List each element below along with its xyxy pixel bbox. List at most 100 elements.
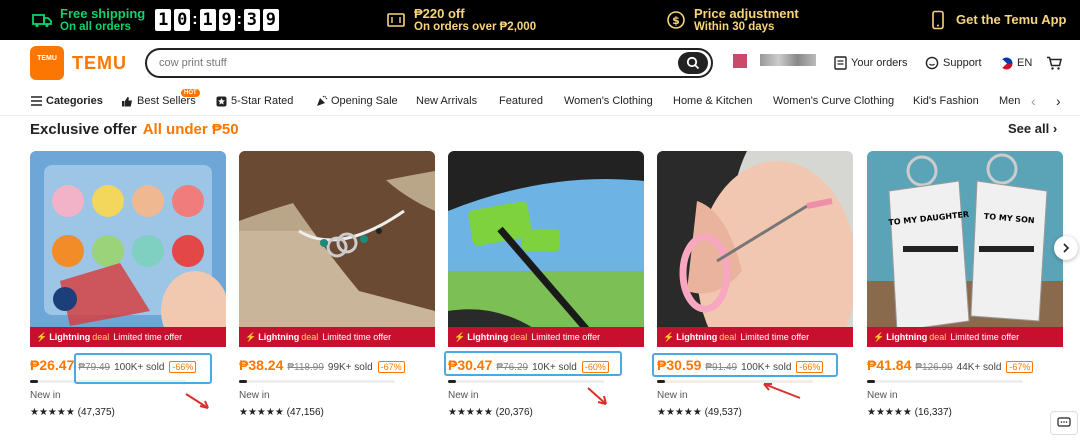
your-orders-link[interactable]: Your orders [834,40,907,86]
progress-fill [448,380,456,383]
timer-digit: 1 [155,9,172,31]
carousel-next-button[interactable] [1054,236,1078,260]
rating[interactable]: ★★★★★ (20,376) [448,407,533,418]
lightning-label: Lightning [258,332,300,342]
progress-fill [30,380,38,383]
product-image[interactable] [30,151,226,347]
countdown-timer: 1 0 : 1 9 : 3 9 [155,9,279,31]
deal-label: deal [719,332,737,342]
price-row: ₱38.24 ₱118.99 99K+ sold -67% [239,357,405,373]
product-image[interactable] [448,151,644,347]
rating-stars: ★★★★★ [867,407,912,418]
progress-bar [448,380,604,383]
discount-promo[interactable]: ₱220 off On orders over ₱2,000 [386,0,536,40]
annotation-arrow [185,393,209,409]
lightning-label: Lightning [467,332,509,342]
lightning-icon: ⚡ [663,331,675,342]
discount-badge: -67% [377,361,405,373]
support-link[interactable]: Support [925,40,982,86]
see-all-link[interactable]: See all › [1008,121,1057,136]
temu-logo[interactable]: TEMU [30,46,64,80]
orders-icon [834,56,847,70]
chat-button[interactable] [1050,411,1078,435]
thumbs-up-icon [122,96,132,106]
nav-womens-curve[interactable]: Women's Curve Clothing [773,95,894,107]
nav-womens-clothing[interactable]: Women's Clothing [564,95,653,107]
product-card[interactable]: ⚡ Lightning deal Limited time offer ₱30.47 ₱7… [448,151,644,441]
free-shipping-title: Free shipping [60,5,146,21]
search-bar [145,48,713,78]
nav-categories[interactable]: Categories [31,95,103,107]
search-icon [686,56,700,70]
product-card[interactable]: TO MY DAUGHTER TO MY SON ⚡ Lightning deal Lim… [867,151,1063,441]
nav-next-button[interactable]: › [1056,93,1061,109]
svg-text:$: $ [672,14,680,27]
support-label: Support [943,57,982,69]
get-app-promo[interactable]: Get the Temu App [928,0,1067,40]
nav-men[interactable]: Men [999,95,1020,107]
rating[interactable]: ★★★★★ (49,537) [657,407,742,418]
search-button[interactable] [678,52,708,74]
nav-label: Categories [46,95,103,107]
product-image-scissors [657,151,853,347]
promo-bar: Free shipping On all orders 1 0 : 1 9 : … [0,0,1080,40]
chevron-right-icon [1063,243,1070,253]
see-all-label: See all [1008,121,1050,136]
brand-name[interactable]: TEMU [72,53,127,74]
product-image-lip-balm [30,151,226,347]
limited-offer-label: Limited time offer [740,332,810,342]
price-adjustment-sub: Within 30 days [694,20,775,33]
discount-title: ₱220 off [414,5,465,21]
discount-badge: -67% [1006,361,1034,373]
progress-fill [657,380,665,383]
nav-five-star[interactable]: 5-Star Rated [216,95,293,107]
timer-colon: : [236,11,242,28]
free-shipping-sub: On all orders [60,20,131,33]
star-badge-icon [216,96,227,106]
cart-button[interactable] [1046,40,1062,86]
rating[interactable]: ★★★★★ (47,156) [239,407,324,418]
lightning-label: Lightning [676,332,718,342]
menu-icon [31,96,42,106]
party-popper-icon [317,95,328,106]
deal-label: deal [92,332,110,342]
price-row: ₱41.84 ₱126.99 44K+ sold -67% [867,357,1034,373]
price-adjustment-promo[interactable]: $ Price adjustment Within 30 days [666,0,799,40]
timer-digit: 9 [262,9,279,31]
product-image[interactable]: TO MY DAUGHTER TO MY SON [867,151,1063,347]
progress-bar [867,380,1023,383]
deal-label: deal [510,332,528,342]
hot-badge: HOT [181,89,200,97]
search-input[interactable] [159,55,659,71]
section-title: Exclusive offer All under ₱50 [30,121,239,138]
annotation-highlight-box [74,353,212,384]
all-under-label: All under ₱50 [142,121,239,138]
nav-opening-sale[interactable]: Opening Sale [316,95,398,107]
rating[interactable]: ★★★★★ (16,337) [867,407,952,418]
product-card[interactable]: ⚡ Lightning deal Limited time offer ₱30.59 ₱9… [657,151,853,441]
original-price: ₱118.99 [287,362,324,373]
avatar[interactable] [733,54,747,68]
sale-price: ₱38.24 [239,357,284,373]
annotation-highlight-box [652,353,838,377]
rating[interactable]: ★★★★★ (47,375) [30,407,115,418]
product-card[interactable]: ⚡ Lightning deal Limited time offer ₱38.24 ₱1… [239,151,435,441]
sold-count: 44K+ sold [956,362,1002,373]
nav-prev-button[interactable]: ‹ [1031,93,1036,109]
nav-kids-fashion[interactable]: Kid's Fashion [913,95,979,107]
nav-new-arrivals[interactable]: New Arrivals [416,95,477,107]
language-selector[interactable]: EN [1000,40,1032,86]
review-count: (16,337) [914,407,952,418]
rating-stars: ★★★★★ [239,407,284,418]
free-shipping-promo[interactable]: Free shipping On all orders 1 0 : 1 9 : … [32,0,279,40]
rating-stars: ★★★★★ [448,407,493,418]
nav-home-kitchen[interactable]: Home & Kitchen [673,95,752,107]
product-image[interactable] [657,151,853,347]
logo-text: TEMU [37,55,57,62]
nav-featured[interactable]: Featured [499,95,543,107]
limited-offer-label: Limited time offer [113,332,183,342]
lightning-deal-banner: ⚡ Lightning deal Limited time offer [867,327,1063,347]
deal-label: deal [301,332,319,342]
blurred-username[interactable] [760,54,816,66]
product-image[interactable] [239,151,435,347]
